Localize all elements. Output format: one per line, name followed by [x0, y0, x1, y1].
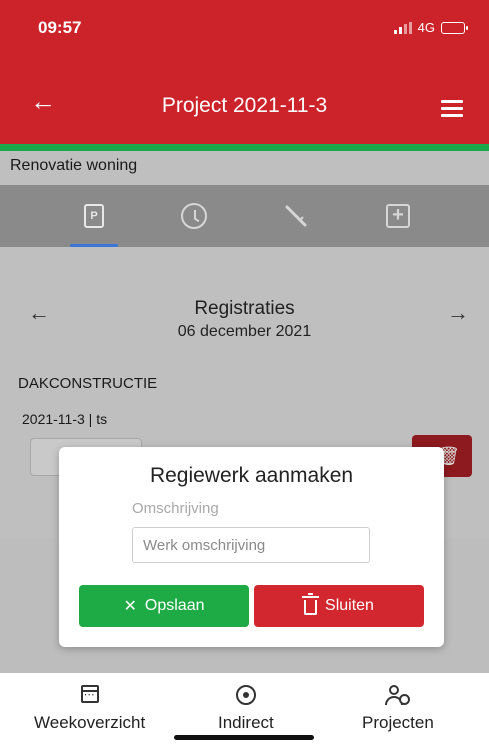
hamburger-menu-icon[interactable] [441, 100, 463, 121]
target-icon [235, 685, 256, 705]
clock-icon [181, 203, 207, 229]
close-x-icon: ✕ [123, 598, 137, 615]
accent-divider [0, 144, 489, 151]
close-button[interactable]: Sluiten [254, 585, 424, 627]
calendar-icon [80, 685, 99, 703]
tab-project[interactable]: P [64, 185, 124, 247]
nav-indirect-label: Indirect [218, 713, 274, 732]
project-subtitle: Renovatie woning [10, 157, 138, 174]
tab-bar: P + [0, 185, 489, 247]
add-square-icon: + [386, 204, 410, 228]
tool-icon [285, 205, 307, 227]
network-label: 4G [417, 20, 435, 35]
registration-code: 2021-11-3 | ts [22, 411, 108, 427]
home-indicator [174, 735, 314, 740]
create-work-dialog: Regiewerk aanmaken Omschrijving ✕ Opslaa… [59, 447, 444, 647]
nav-projecten[interactable]: Projecten [362, 683, 434, 733]
status-indicators: 4G [393, 20, 468, 35]
section-heading: DAKCONSTRUCTIE [18, 375, 158, 392]
save-button[interactable]: ✕ Opslaan [79, 585, 249, 627]
app-bar: ← Project 2021-11-3 [0, 68, 489, 144]
close-button-label: Sluiten [325, 597, 374, 614]
nav-projecten-label: Projecten [362, 713, 434, 732]
tab-tools[interactable] [266, 185, 326, 247]
nav-weekoverzicht-label: Weekoverzicht [34, 713, 146, 732]
status-time: 09:57 [38, 18, 82, 37]
description-input[interactable] [132, 527, 370, 563]
status-bar: 09:57 4G [0, 0, 489, 68]
registrations-title: Registraties [194, 298, 295, 319]
registrations-date: 06 december 2021 [177, 323, 312, 340]
trash-icon [302, 593, 320, 615]
arrow-right-icon[interactable]: → [447, 300, 469, 326]
description-label: Omschrijving [132, 500, 219, 517]
nav-weekoverzicht[interactable]: Weekoverzicht [34, 683, 145, 733]
tab-time[interactable] [164, 185, 224, 247]
tab-add[interactable]: + [368, 185, 428, 247]
active-tab-indicator [70, 244, 118, 247]
page-title: Project 2021-11-3 [161, 94, 328, 117]
battery-icon [441, 21, 468, 34]
dialog-title: Regiewerk aanmaken [149, 464, 354, 487]
save-button-label: Opslaan [144, 597, 205, 614]
project-document-icon: P [84, 204, 104, 228]
nav-indirect[interactable]: Indirect [218, 683, 274, 733]
registrations-nav: ← Registraties 06 december 2021 → [0, 290, 489, 360]
signal-icon [393, 21, 412, 34]
person-clock-icon [384, 685, 411, 707]
